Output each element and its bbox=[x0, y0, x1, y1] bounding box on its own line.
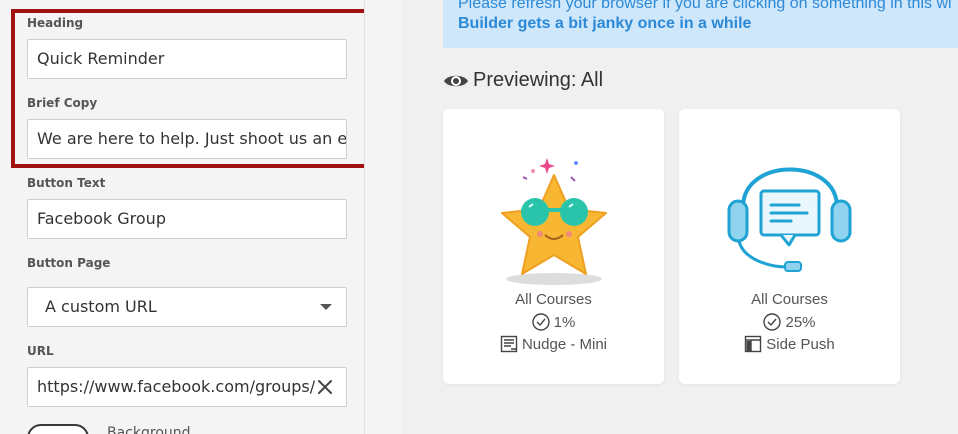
card-type: Side Push bbox=[766, 335, 835, 353]
card-type-row: Nudge - Mini bbox=[443, 335, 664, 353]
background-label: Background bbox=[107, 425, 191, 434]
button-page-label: Button Page bbox=[27, 256, 111, 270]
star-sunglasses-illustration bbox=[501, 158, 607, 285]
url-label: URL bbox=[27, 344, 54, 358]
url-input[interactable]: https://www.facebook.com/groups/ bbox=[27, 367, 347, 407]
preview-card-nudge[interactable]: All Courses 1% Nudge - Mini bbox=[443, 109, 664, 384]
card-percent: 1% bbox=[553, 313, 576, 331]
heading-input[interactable]: Quick Reminder bbox=[27, 39, 347, 79]
button-text-label: Button Text bbox=[27, 176, 106, 190]
url-value: https://www.facebook.com/groups/ bbox=[37, 377, 316, 396]
button-text-input[interactable]: Facebook Group bbox=[27, 199, 347, 239]
chevron-down-icon bbox=[320, 304, 332, 310]
card-audience: All Courses bbox=[751, 291, 828, 308]
eye-icon bbox=[444, 75, 468, 86]
preview-card-side-push[interactable]: All Courses 25% Side Push bbox=[679, 109, 900, 384]
background-toggle[interactable] bbox=[27, 424, 89, 434]
notice-line2: Builder gets a bit janky once in a while bbox=[458, 15, 752, 32]
headset-support-illustration bbox=[727, 167, 852, 272]
button-page-select[interactable]: A custom URL bbox=[27, 287, 347, 327]
clear-icon[interactable] bbox=[316, 378, 334, 396]
refresh-notice: Please refresh your browser if you are c… bbox=[443, 0, 958, 48]
card-percent-row: 1% bbox=[443, 313, 664, 331]
card-percent: 25% bbox=[785, 313, 816, 331]
nudge-icon bbox=[500, 335, 518, 353]
settings-form: Heading Quick Reminder Brief Copy We are… bbox=[0, 0, 365, 434]
check-circle-icon bbox=[531, 313, 550, 331]
side-push-icon bbox=[745, 335, 762, 353]
card-audience: All Courses bbox=[515, 291, 592, 308]
preview-area: Please refresh your browser if you are c… bbox=[402, 0, 958, 434]
brief-copy-input[interactable]: We are here to help. Just shoot us an em bbox=[27, 119, 347, 159]
brief-copy-label: Brief Copy bbox=[27, 96, 98, 110]
heading-label: Heading bbox=[27, 16, 84, 30]
button-page-selected: A custom URL bbox=[45, 297, 157, 316]
check-circle-icon bbox=[763, 313, 782, 331]
notice-line1: Please refresh your browser if you are c… bbox=[458, 0, 952, 12]
preview-title-text: Previewing: All bbox=[473, 69, 604, 91]
preview-title: Previewing: All bbox=[443, 69, 603, 92]
card-type: Nudge - Mini bbox=[521, 335, 608, 353]
card-type-row: Side Push bbox=[679, 335, 900, 353]
card-percent-row: 25% bbox=[679, 313, 900, 331]
